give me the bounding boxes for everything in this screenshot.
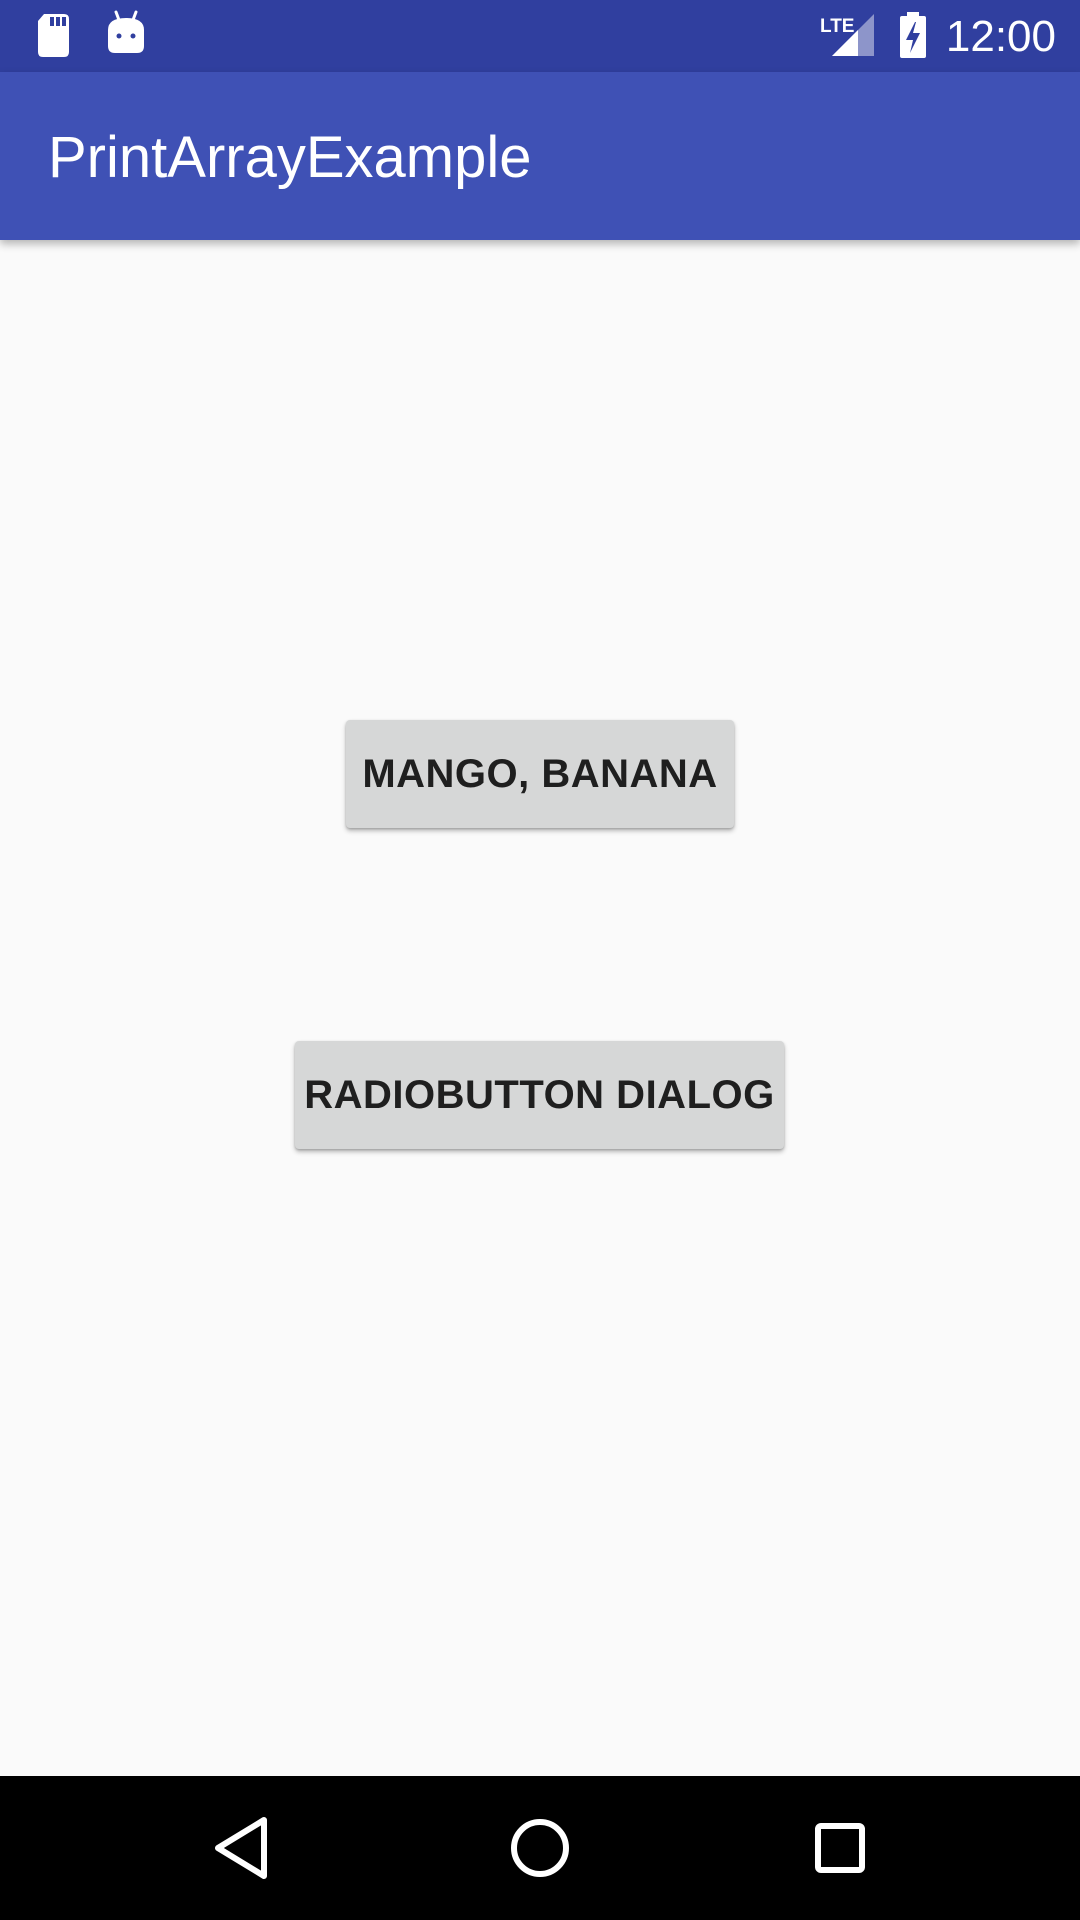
network-label: LTE (820, 16, 854, 37)
home-icon (511, 1819, 569, 1877)
back-icon (215, 1817, 267, 1879)
mango-banana-button[interactable]: MANGO, BANANA (346, 720, 734, 828)
back-button[interactable] (170, 1776, 310, 1920)
recents-button[interactable] (770, 1776, 910, 1920)
recents-icon (815, 1823, 865, 1873)
status-bar: LTE 12:00 (0, 0, 1080, 72)
radiobutton-dialog-button[interactable]: RADIOBUTTON DIALOG (295, 1041, 784, 1149)
sd-card-icon (34, 0, 74, 77)
status-time: 12:00 (945, 12, 1056, 61)
android-icon (104, 0, 148, 77)
app-bar: PrintArrayExample (0, 72, 1080, 240)
home-button[interactable] (470, 1776, 610, 1920)
navigation-bar (0, 1776, 1080, 1920)
main-content (0, 240, 1080, 1776)
app-title: PrintArrayExample (48, 125, 532, 190)
battery-charging-icon (896, 0, 930, 77)
lte-signal-icon: LTE (818, 0, 876, 77)
